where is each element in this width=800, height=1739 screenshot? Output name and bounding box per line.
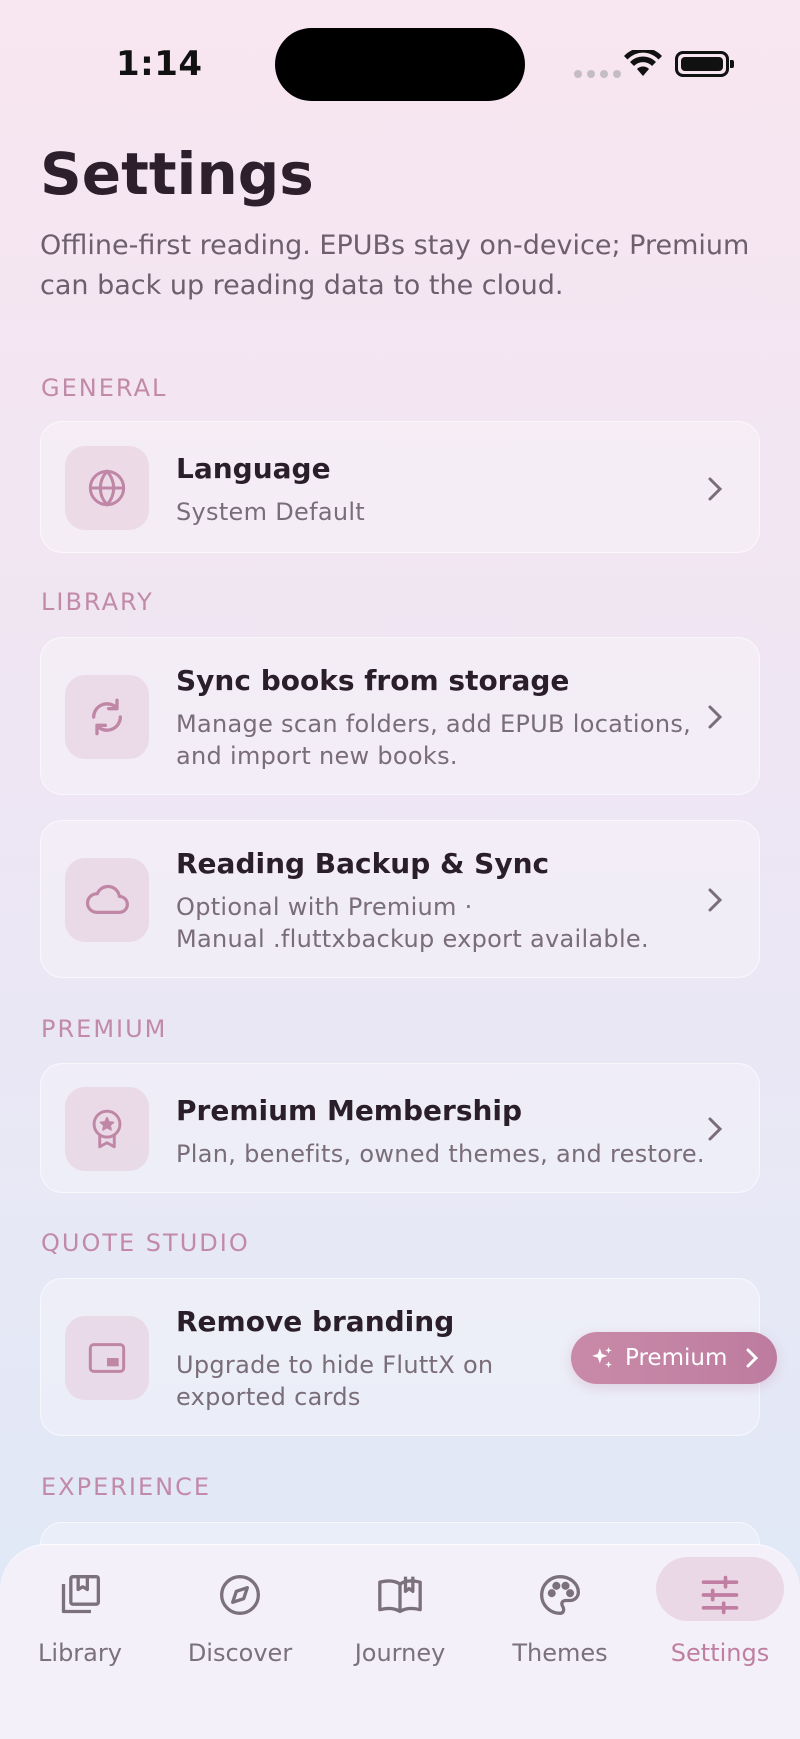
award-icon [65, 1087, 149, 1171]
tab-journey[interactable]: Journey [336, 1563, 464, 1683]
battery-icon [675, 51, 734, 77]
tab-journey-label: Journey [354, 1639, 446, 1667]
tab-library-label: Library [38, 1639, 122, 1667]
remove-branding-subtitle-line1: Upgrade to hide FluttX on [176, 1351, 494, 1379]
language-row[interactable]: Language System Default [40, 421, 760, 553]
sync-books-subtitle-line1: Manage scan folders, add EPUB locations, [176, 710, 692, 738]
premium-membership-row[interactable]: Premium Membership Plan, benefits, owned… [40, 1063, 760, 1193]
cellular-signal-icon [574, 70, 621, 78]
status-time: 1:14 [116, 44, 203, 84]
language-title: Language [176, 452, 331, 485]
status-bar: 1:14 [0, 0, 800, 120]
tab-discover[interactable]: Discover [176, 1563, 304, 1683]
section-label-experience: EXPERIENCE [41, 1473, 212, 1501]
remove-branding-row[interactable]: Remove branding Upgrade to hide FluttX o… [40, 1278, 777, 1436]
compass-icon [218, 1563, 262, 1627]
premium-membership-subtitle: Plan, benefits, owned themes, and restor… [176, 1140, 705, 1168]
tab-settings[interactable]: Settings [656, 1563, 784, 1683]
sync-books-title: Sync books from storage [176, 664, 570, 697]
book-open-icon [376, 1563, 424, 1627]
dynamic-island [275, 28, 525, 101]
reading-backup-title: Reading Backup & Sync [176, 847, 550, 880]
reading-backup-subtitle-line2: Manual .fluttxbackup export available. [176, 925, 649, 953]
sync-icon [65, 675, 149, 759]
section-label-premium: PREMIUM [41, 1015, 168, 1043]
library-icon [58, 1563, 102, 1627]
chevron-right-icon [708, 888, 723, 912]
reading-backup-subtitle-line1: Optional with Premium · [176, 893, 473, 921]
remove-branding-subtitle-line2: exported cards [176, 1383, 361, 1411]
section-label-general: GENERAL [41, 374, 168, 402]
sync-books-row[interactable]: Sync books from storage Manage scan fold… [40, 637, 760, 795]
picture-in-picture-icon [65, 1316, 149, 1400]
cloud-icon [65, 858, 149, 942]
sliders-icon [698, 1563, 742, 1627]
premium-button-label: Premium [625, 1345, 728, 1371]
chevron-right-icon [708, 705, 723, 729]
wifi-icon [624, 50, 662, 76]
sparkles-icon [592, 1347, 612, 1368]
tab-settings-label: Settings [670, 1639, 770, 1667]
chevron-right-icon [708, 1117, 723, 1141]
page-subtitle: Offline-first reading. EPUBs stay on-dev… [40, 230, 750, 301]
tab-themes-label: Themes [512, 1639, 608, 1667]
premium-upgrade-button[interactable]: Premium [571, 1332, 777, 1384]
section-label-quote-studio: QUOTE STUDIO [41, 1229, 250, 1257]
globe-icon [65, 446, 149, 530]
tab-library[interactable]: Library [16, 1563, 144, 1683]
reading-backup-row[interactable]: Reading Backup & Sync Optional with Prem… [40, 820, 760, 978]
palette-icon [538, 1563, 582, 1627]
tab-themes[interactable]: Themes [496, 1563, 624, 1683]
chevron-right-icon [746, 1348, 759, 1368]
bottom-tab-bar: Library Discover Journey Themes Settings [0, 1544, 800, 1739]
remove-branding-title: Remove branding [176, 1305, 455, 1338]
sync-books-subtitle-line2: and import new books. [176, 742, 458, 770]
tab-discover-label: Discover [187, 1639, 293, 1667]
language-subtitle: System Default [176, 498, 366, 526]
chevron-right-icon [708, 477, 723, 501]
premium-membership-title: Premium Membership [176, 1094, 523, 1127]
page-title: Settings [40, 140, 314, 208]
section-label-library: LIBRARY [41, 588, 154, 616]
